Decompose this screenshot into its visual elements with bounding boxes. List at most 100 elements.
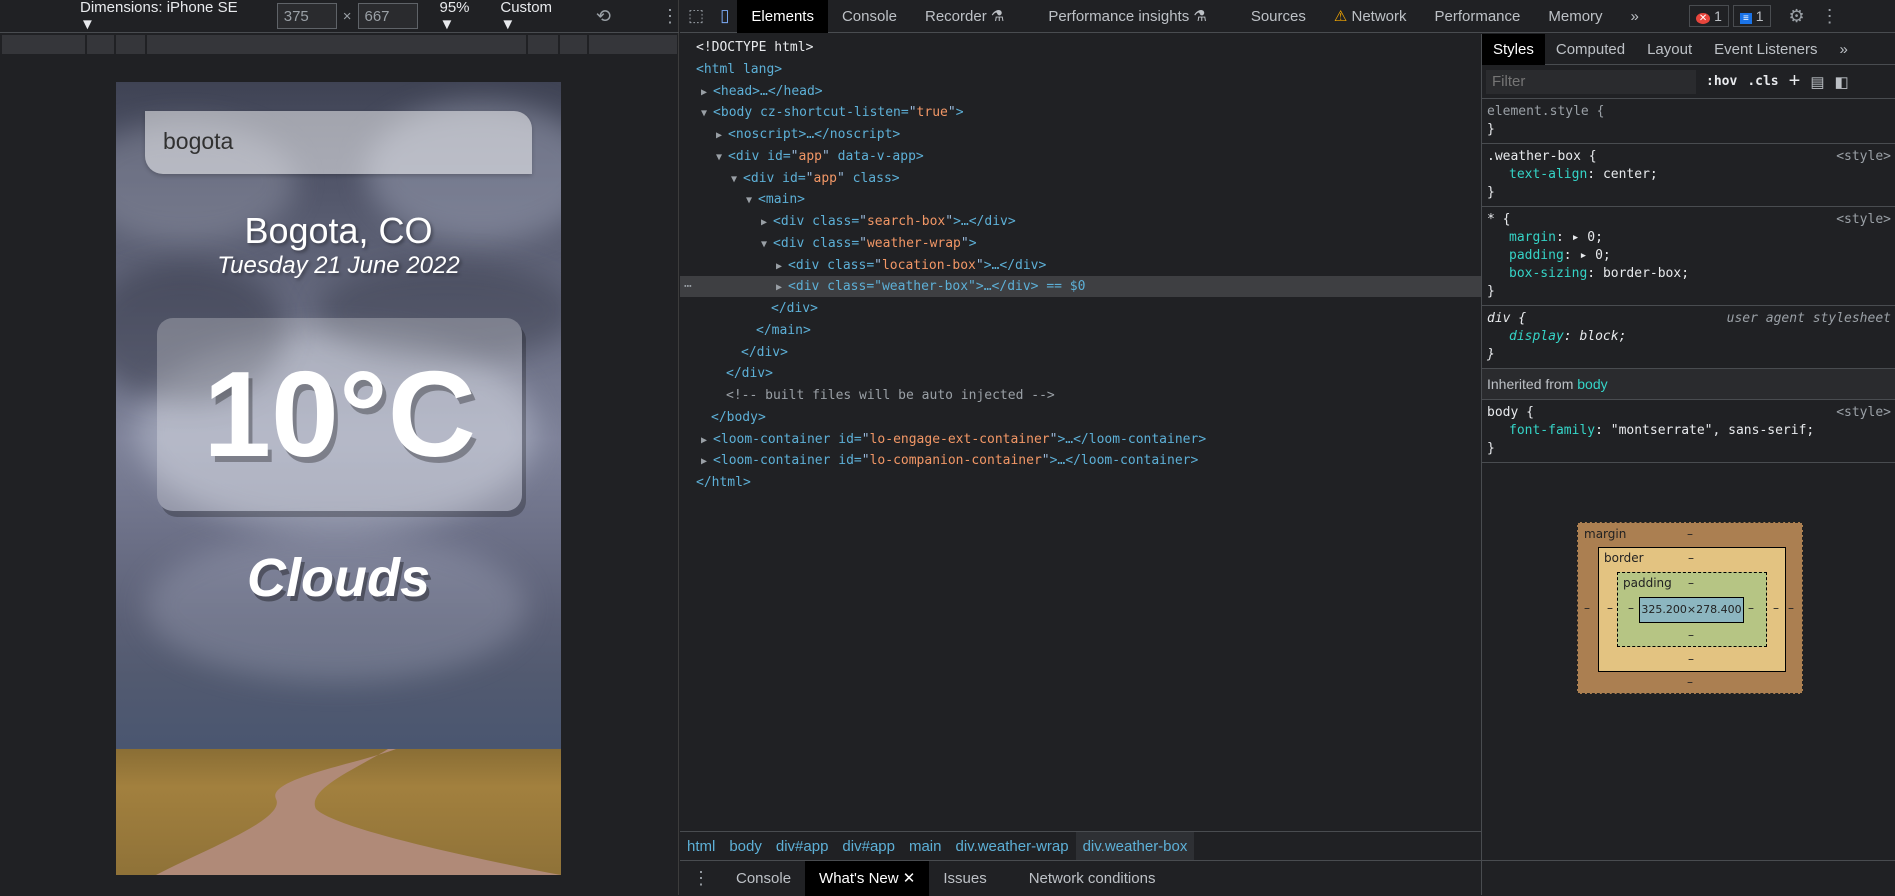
more-tabs-button[interactable]: » [1617, 0, 1653, 33]
dom-node: ▶ <noscript>…</noscript> [716, 124, 900, 146]
zoom-select[interactable]: 95% ▼ [440, 0, 487, 33]
tab-memory[interactable]: Memory [1534, 0, 1616, 33]
inherited-element-link[interactable]: body [1577, 376, 1607, 392]
dom-node-row[interactable]: ▶ <noscript>…</noscript> [680, 124, 1481, 145]
inherited-label: Inherited from [1487, 376, 1574, 392]
breadcrumb-item[interactable]: div.weather-wrap [948, 832, 1075, 860]
dom-node-row[interactable]: </div> [680, 363, 1481, 384]
expand-triangle-icon[interactable]: ▶ [776, 261, 788, 272]
dom-node-markup: </body> [711, 409, 766, 425]
dom-node-row[interactable]: <!DOCTYPE html> [680, 37, 1481, 58]
dom-node-row[interactable]: ▼ <div id="app" data-v-app> [680, 146, 1481, 167]
height-input[interactable] [357, 3, 418, 29]
drawer-tab-network-conditions[interactable]: Network conditions [1015, 862, 1170, 895]
tab-elements[interactable]: Elements [737, 0, 828, 33]
inspect-element-icon[interactable]: ⬚ [680, 6, 712, 26]
rotate-icon[interactable]: ⟲ [596, 6, 611, 27]
dom-node-row[interactable]: </div> [680, 342, 1481, 363]
tab-sources[interactable]: Sources [1237, 0, 1320, 33]
throttle-select[interactable]: Custom ▼ [500, 0, 568, 33]
dom-node-markup: <main> [758, 192, 806, 208]
dom-node-row[interactable]: ▼ <main> [680, 189, 1481, 210]
style-property[interactable]: padding: ▸ 0; [1487, 247, 1890, 265]
tab-performance-insights[interactable]: Performance insights ⚗ [1034, 0, 1237, 33]
more-options-icon[interactable]: ⋮ [661, 6, 679, 27]
new-style-rule-button[interactable]: + [1789, 70, 1801, 93]
dom-node-row[interactable]: ▶ <loom-container id="lo-engage-ext-cont… [680, 429, 1481, 450]
drawer-menu-icon[interactable]: ⋮ [680, 868, 722, 889]
tab-computed[interactable]: Computed [1545, 34, 1636, 65]
hov-toggle[interactable]: :hov [1706, 74, 1737, 89]
dom-node-row[interactable]: <html lang> [680, 59, 1481, 80]
more-tabs-button[interactable]: » [1829, 34, 1859, 65]
tab-layout[interactable]: Layout [1636, 34, 1703, 65]
paint-brush-icon[interactable]: ▤ [1810, 73, 1824, 91]
cls-toggle[interactable]: .cls [1747, 74, 1778, 89]
dom-node-row[interactable]: </body> [680, 407, 1481, 428]
tab-console[interactable]: Console [828, 0, 911, 33]
style-property[interactable]: text-align: center; [1487, 166, 1890, 184]
customize-menu-icon[interactable]: ⋮ [1821, 6, 1839, 27]
search-input[interactable]: bogota [145, 111, 532, 174]
style-property[interactable]: margin: ▸ 0; [1487, 229, 1890, 247]
rule-source-link[interactable]: <style> [1836, 211, 1891, 229]
dom-node-row[interactable]: ⋯ ▶ <div class="weather-box">…</div> == $… [680, 276, 1481, 298]
dom-node-row[interactable]: </html> [680, 472, 1481, 493]
breadcrumb-item[interactable]: div#app [769, 832, 836, 860]
collapse-triangle-icon[interactable]: ▼ [746, 195, 758, 206]
dom-node-row[interactable]: ▶ <head>…</head> [680, 81, 1481, 102]
tab-recorder[interactable]: Recorder ⚗ [911, 0, 1034, 33]
expand-triangle-icon[interactable]: ▶ [701, 87, 713, 98]
rule-source-link[interactable]: <style> [1836, 404, 1891, 422]
expand-triangle-icon[interactable]: ▶ [776, 282, 788, 293]
expand-triangle-icon[interactable]: ▶ [701, 435, 713, 446]
expand-triangle-icon[interactable]: ▶ [716, 130, 728, 141]
dom-node-row[interactable]: </div> [680, 298, 1481, 319]
dom-node-row[interactable]: ▼ <div id="app" class> [680, 168, 1481, 189]
rule-source-link[interactable]: <style> [1836, 148, 1891, 166]
dom-node-row[interactable]: </main> [680, 320, 1481, 341]
style-property[interactable]: font-family: "montserrate", sans-serif; [1487, 422, 1890, 440]
tab-performance[interactable]: Performance [1421, 0, 1535, 33]
expand-triangle-icon[interactable]: ▶ [701, 456, 713, 467]
dom-node-row[interactable]: ▼ <body cz-shortcut-listen="true"> [680, 102, 1481, 123]
tab-network[interactable]: ⚠ Network [1320, 0, 1421, 33]
dom-node-row[interactable]: <!-- built files will be auto injected -… [680, 385, 1481, 406]
toggle-sidebar-icon[interactable]: ◧ [1835, 73, 1849, 91]
errors-badge[interactable]: ✕ 1 [1688, 5, 1729, 27]
collapse-triangle-icon[interactable]: ▼ [731, 174, 743, 185]
drawer-tab-whats-new[interactable]: What's New ✕ [805, 860, 930, 896]
dom-node: ▶ <loom-container id="lo-companion-conta… [701, 450, 1198, 472]
message-count: 1 [1755, 8, 1764, 24]
settings-gear-icon[interactable]: ⚙ [1789, 6, 1805, 27]
property-name: text-align [1509, 167, 1588, 182]
tab-styles[interactable]: Styles [1482, 33, 1545, 65]
messages-badge[interactable]: ≡ 1 [1732, 5, 1771, 27]
style-property[interactable]: box-sizing: border-box; [1487, 265, 1890, 283]
breadcrumb-item[interactable]: html [680, 832, 722, 860]
phone-viewport: bogota Bogota, CO Tuesday 21 June 2022 1… [116, 82, 561, 875]
weather-condition: Clouds [247, 548, 430, 608]
expand-triangle-icon[interactable]: ▶ [761, 217, 773, 228]
node-actions-icon[interactable]: ⋯ [684, 276, 692, 297]
collapse-triangle-icon[interactable]: ▼ [701, 108, 713, 119]
collapse-triangle-icon[interactable]: ▼ [761, 239, 773, 250]
breadcrumb-item[interactable]: main [902, 832, 949, 860]
styles-filter-input[interactable] [1486, 69, 1696, 94]
collapse-triangle-icon[interactable]: ▼ [716, 152, 728, 163]
media-query-bar[interactable] [2, 35, 677, 54]
drawer-tab-console[interactable]: Console [722, 862, 805, 895]
dom-node-row[interactable]: ▶ <loom-container id="lo-companion-conta… [680, 450, 1481, 471]
device-dimensions-select[interactable]: Dimensions: iPhone SE ▼ [80, 0, 249, 33]
drawer-tab-issues[interactable]: Issues [929, 862, 1000, 895]
dom-node-row[interactable]: ▶ <div class="location-box">…</div> [680, 255, 1481, 276]
breadcrumb-item[interactable]: body [722, 832, 769, 860]
tab-event-listeners[interactable]: Event Listeners [1703, 34, 1828, 65]
breadcrumb-item[interactable]: div#app [835, 832, 902, 860]
dom-node-row[interactable]: ▶ <div class="search-box">…</div> [680, 211, 1481, 232]
device-toggle-icon[interactable]: ▯ [712, 6, 737, 26]
dom-node-row[interactable]: ▼ <div class="weather-wrap"> [680, 233, 1481, 254]
close-icon[interactable]: ✕ [903, 870, 916, 887]
breadcrumb-item[interactable]: div.weather-box [1075, 832, 1195, 860]
width-input[interactable] [276, 3, 337, 29]
